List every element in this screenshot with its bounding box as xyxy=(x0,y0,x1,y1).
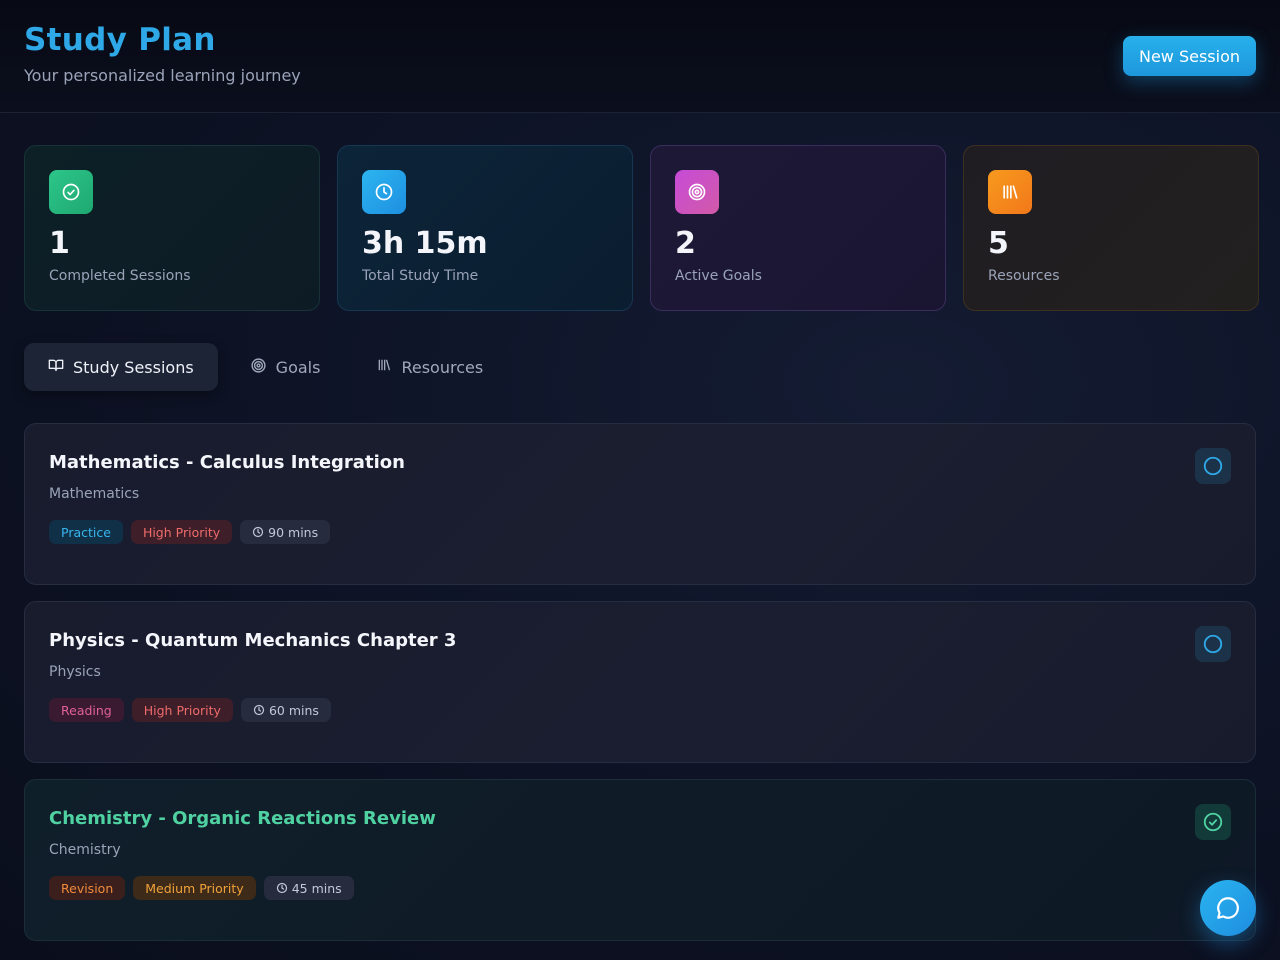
stat-value: 3h 15m xyxy=(362,226,488,261)
tab-goals[interactable]: Goals xyxy=(226,343,345,391)
duration-text: 60 mins xyxy=(268,702,319,718)
chat-bubble-icon xyxy=(1217,897,1239,919)
circle-icon xyxy=(1203,456,1223,476)
session-subject: Physics xyxy=(49,664,101,680)
type-badge: Practice xyxy=(49,520,123,544)
page-title: Study Plan xyxy=(24,22,216,58)
session-tags: Reading High Priority 60 mins xyxy=(49,698,331,722)
stat-label: Active Goals xyxy=(675,268,762,284)
library-icon xyxy=(988,170,1032,214)
tab-label: Study Sessions xyxy=(73,357,194,377)
clock-icon xyxy=(253,526,264,538)
session-subject: Mathematics xyxy=(49,486,140,502)
tab-study-sessions[interactable]: Study Sessions xyxy=(24,343,218,391)
target-icon xyxy=(675,170,719,214)
chat-button[interactable] xyxy=(1200,880,1256,936)
session-tags: Practice High Priority 90 mins xyxy=(49,520,331,544)
clock-icon xyxy=(362,170,406,214)
library-icon xyxy=(376,357,392,377)
type-badge: Reading xyxy=(49,698,124,722)
session-tags: Revision Medium Priority 45 mins xyxy=(49,876,354,900)
session-card[interactable]: Physics - Quantum Mechanics Chapter 3 Ph… xyxy=(24,601,1256,763)
stat-value: 1 xyxy=(49,226,70,261)
book-open-icon xyxy=(48,357,64,377)
priority-badge: Medium Priority xyxy=(133,876,256,900)
type-badge: Revision xyxy=(49,876,126,900)
duration-badge: 90 mins xyxy=(240,520,331,544)
stat-card-resources: 5 Resources xyxy=(963,145,1259,311)
duration-text: 45 mins xyxy=(291,880,342,896)
circle-icon xyxy=(1203,634,1223,654)
session-title: Mathematics - Calculus Integration xyxy=(49,452,405,473)
stat-label: Resources xyxy=(988,268,1060,284)
duration-text: 90 mins xyxy=(268,524,319,540)
clock-icon xyxy=(253,704,265,716)
session-card[interactable]: Mathematics - Calculus Integration Mathe… xyxy=(24,423,1256,585)
complete-toggle-button[interactable] xyxy=(1195,626,1231,662)
page-subtitle: Your personalized learning journey xyxy=(24,66,301,85)
header: Study Plan Your personalized learning jo… xyxy=(0,0,1280,113)
tab-label: Goals xyxy=(275,357,321,377)
tab-label: Resources xyxy=(401,357,484,377)
new-session-button[interactable]: New Session xyxy=(1123,36,1256,76)
check-circle-icon xyxy=(49,170,93,214)
tab-bar: Study Sessions Goals Resources xyxy=(24,343,507,391)
duration-badge: 60 mins xyxy=(240,698,331,722)
complete-toggle-button[interactable] xyxy=(1195,448,1231,484)
check-circle-icon xyxy=(1203,812,1223,832)
session-subject: Chemistry xyxy=(49,842,121,858)
clock-icon xyxy=(276,882,287,894)
target-icon xyxy=(250,357,267,378)
stat-card-total-study-time: 3h 15m Total Study Time xyxy=(337,145,633,311)
complete-toggle-button[interactable] xyxy=(1195,804,1231,840)
priority-badge: High Priority xyxy=(131,698,233,722)
priority-badge: High Priority xyxy=(130,520,233,544)
stat-label: Total Study Time xyxy=(362,268,479,284)
stat-value: 2 xyxy=(675,226,696,261)
session-list: Mathematics - Calculus Integration Mathe… xyxy=(24,423,1256,957)
stat-card-active-goals: 2 Active Goals xyxy=(650,145,946,311)
stat-card-completed-sessions: 1 Completed Sessions xyxy=(24,145,320,311)
stat-label: Completed Sessions xyxy=(49,268,191,284)
session-card[interactable]: Chemistry - Organic Reactions Review Che… xyxy=(24,779,1256,941)
stats-row: 1 Completed Sessions 3h 15m Total Study … xyxy=(24,145,1259,311)
tab-resources[interactable]: Resources xyxy=(352,343,507,391)
stat-value: 5 xyxy=(988,226,1009,261)
session-title: Chemistry - Organic Reactions Review xyxy=(49,808,436,829)
session-title: Physics - Quantum Mechanics Chapter 3 xyxy=(49,630,457,651)
duration-badge: 45 mins xyxy=(263,876,354,900)
